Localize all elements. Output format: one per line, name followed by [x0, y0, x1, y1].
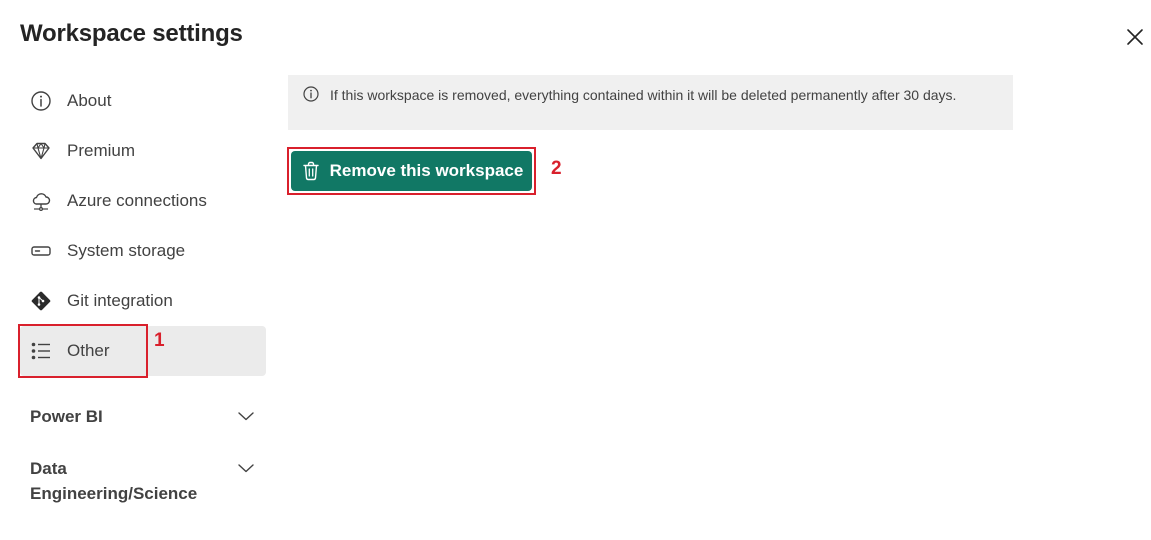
- trash-icon: [302, 161, 319, 181]
- sidebar-item-label: Azure connections: [67, 191, 207, 210]
- sidebar-item-label: System storage: [67, 241, 186, 260]
- sidebar-item-azure-connections[interactable]: Azure connections: [20, 176, 266, 226]
- sidebar-item-about[interactable]: About: [20, 76, 266, 126]
- sidebar-item-label: Other: [67, 341, 110, 360]
- chevron-down-icon: [238, 412, 254, 421]
- sidebar-item-system-storage[interactable]: System storage: [20, 226, 266, 276]
- info-message-bar: If this workspace is removed, everything…: [288, 75, 1013, 130]
- remove-button-label: Remove this workspace: [329, 161, 524, 180]
- settings-sidebar: About Premium Azure connections System s…: [20, 76, 266, 376]
- sidebar-item-other[interactable]: Other: [20, 326, 266, 376]
- section-power-bi[interactable]: Power BI: [30, 404, 260, 429]
- section-label: Power BI: [30, 407, 103, 426]
- close-button[interactable]: [1122, 24, 1148, 50]
- info-icon: [30, 90, 52, 112]
- annotation-step-1: 1: [154, 330, 165, 351]
- sidebar-item-git-integration[interactable]: Git integration: [20, 276, 266, 326]
- list-icon: [30, 340, 52, 362]
- sidebar-item-label: Git integration: [67, 291, 173, 310]
- workspace-settings-panel: Workspace settings About Premium Azure c…: [0, 0, 1151, 540]
- sidebar-item-label: Premium: [67, 141, 136, 160]
- remove-workspace-button[interactable]: Remove this workspace: [291, 151, 532, 191]
- info-icon: [303, 86, 319, 102]
- cloud-connection-icon: [30, 190, 52, 212]
- section-data-engineering-science[interactable]: Data Engineering/Science: [30, 456, 260, 506]
- storage-icon: [30, 240, 52, 262]
- close-icon: [1127, 29, 1143, 45]
- section-label: Data Engineering/Science: [30, 459, 198, 503]
- info-message-text: If this workspace is removed, everything…: [330, 87, 957, 103]
- chevron-down-icon: [238, 464, 254, 473]
- sidebar-item-premium[interactable]: Premium: [20, 126, 266, 176]
- sidebar-item-label: About: [67, 91, 112, 110]
- annotation-step-2: 2: [551, 158, 562, 179]
- panel-title: Workspace settings: [20, 20, 243, 47]
- git-icon: [30, 290, 52, 312]
- diamond-icon: [30, 140, 52, 162]
